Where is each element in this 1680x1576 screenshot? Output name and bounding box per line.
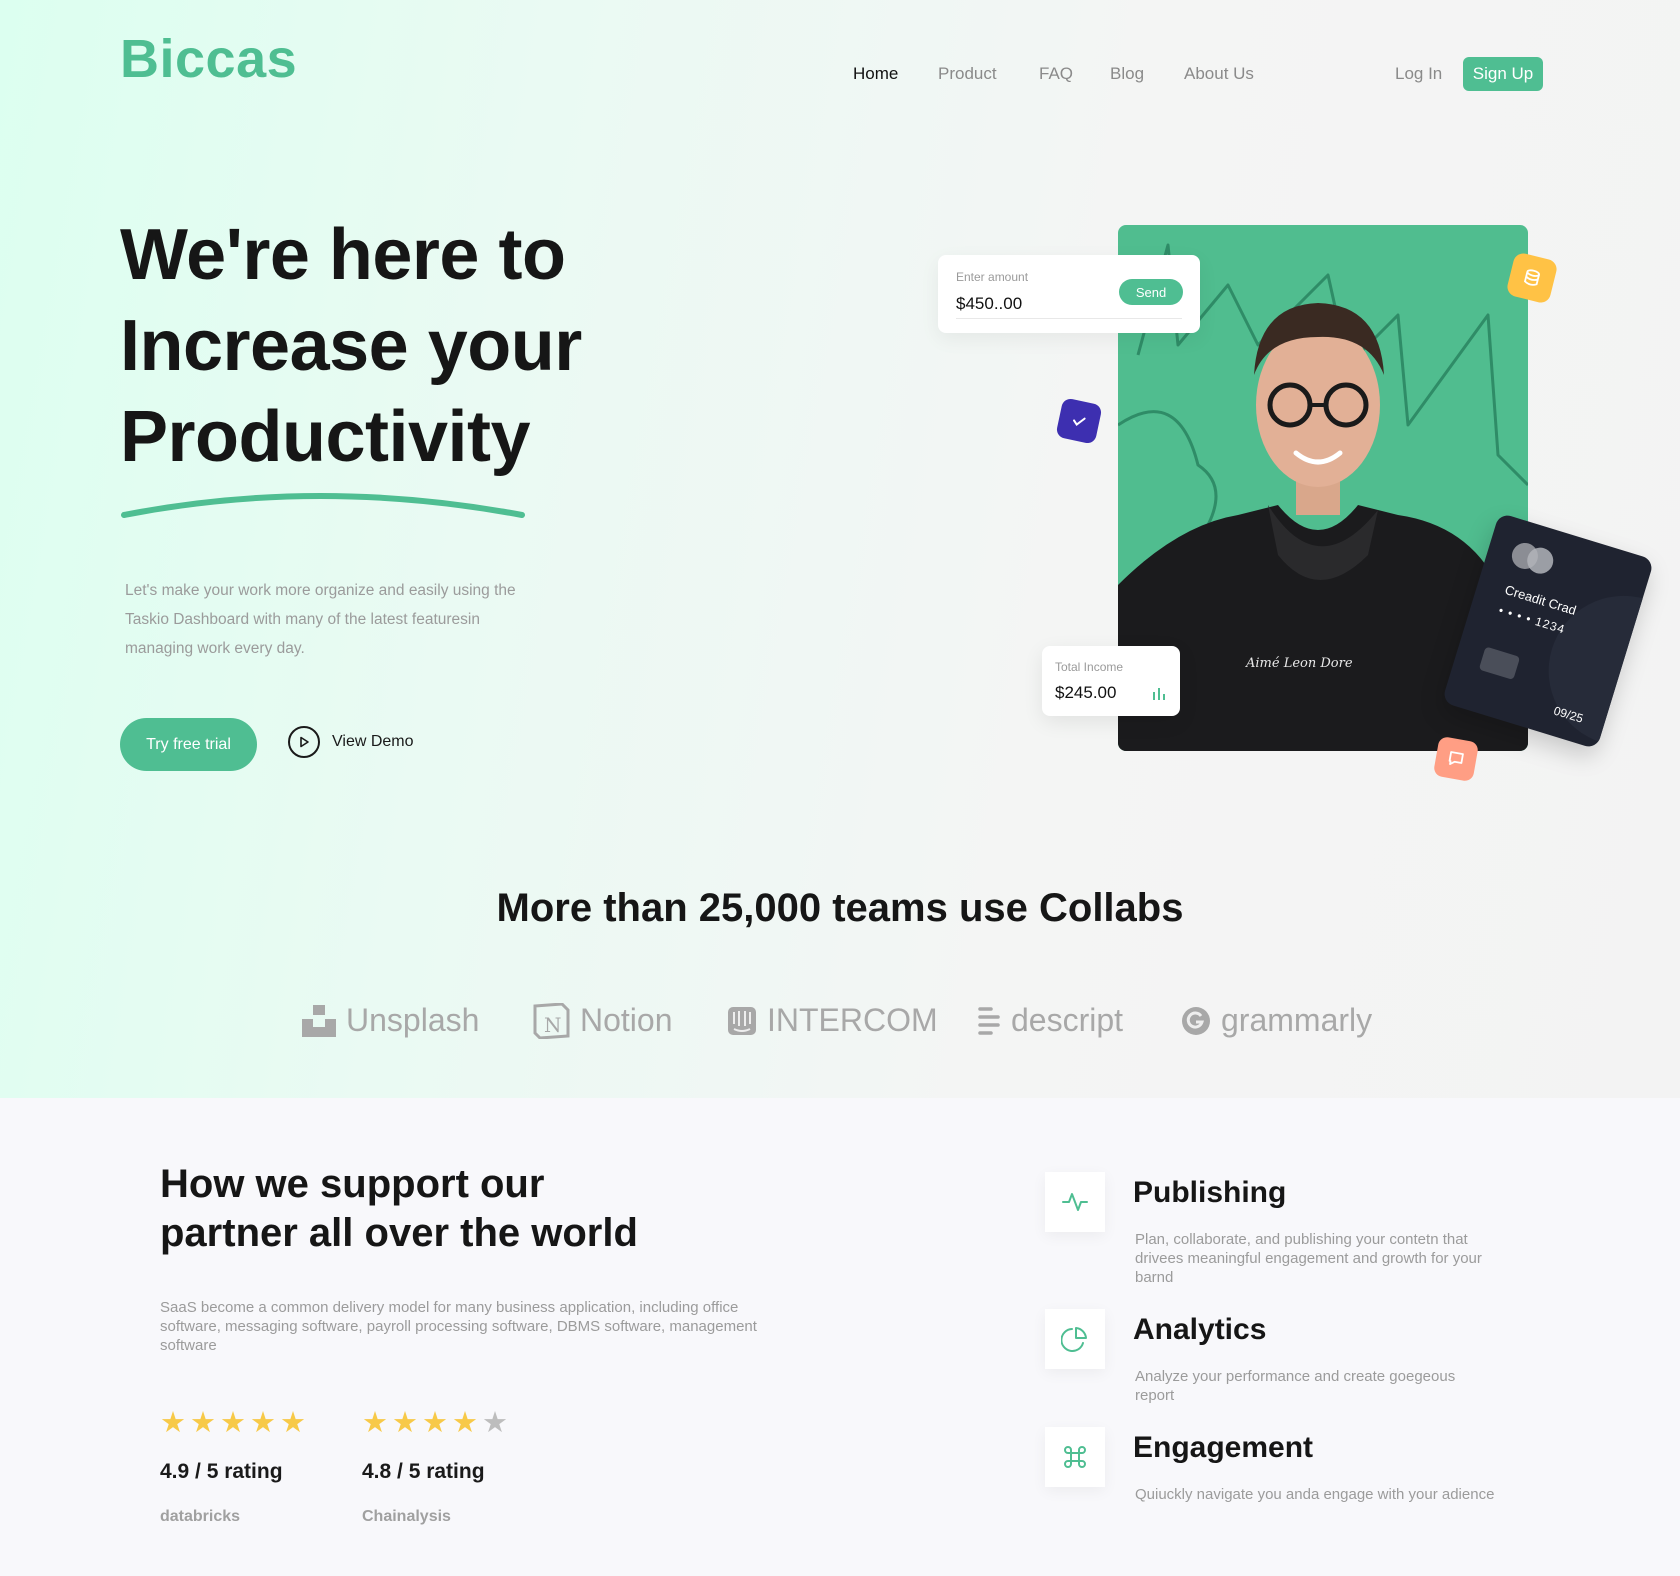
brand-logo[interactable]: Biccas — [120, 28, 297, 90]
nav-home[interactable]: Home — [853, 64, 898, 84]
star-icon: ★ — [160, 1407, 186, 1439]
star-icon: ★ — [220, 1407, 246, 1439]
headline-line-3: Productivity — [120, 397, 531, 477]
pie-chart-icon — [1045, 1309, 1105, 1369]
hero-subtext: Let's make your work more organize and e… — [125, 582, 516, 657]
star-icon: ★ — [280, 1407, 306, 1439]
chat-icon — [1432, 735, 1480, 783]
command-icon — [1045, 1427, 1105, 1487]
amount-widget: Enter amount $450..00 Send — [938, 255, 1200, 333]
partner-name: Unsplash — [346, 1002, 480, 1038]
feature-title: Engagement — [1133, 1431, 1314, 1464]
svg-text:N: N — [544, 1013, 562, 1037]
partner-name: descript — [1011, 1002, 1124, 1038]
income-value: $245.00 — [1055, 683, 1117, 702]
rating-source: databricks — [160, 1508, 241, 1525]
star-icon: ★ — [190, 1407, 216, 1439]
star-rating: ★ ★ ★ ★ ★ — [362, 1408, 508, 1438]
try-free-trial-button[interactable]: Try free trial — [120, 718, 257, 771]
card-chip — [1478, 646, 1521, 680]
play-icon — [288, 726, 320, 758]
rating-source: Chainalysis — [362, 1508, 451, 1525]
star-icon: ★ — [392, 1407, 418, 1439]
feature-desc: Plan, collaborate, and publishing your c… — [1135, 1231, 1482, 1286]
partner-name: Notion — [580, 1002, 673, 1038]
star-rating: ★ ★ ★ ★ ★ — [160, 1408, 306, 1438]
send-button[interactable]: Send — [1119, 279, 1183, 305]
check-icon — [1055, 397, 1103, 445]
partner-name: grammarly — [1221, 1002, 1373, 1038]
partner-name: INTERCOM — [767, 1002, 938, 1038]
nav-blog[interactable]: Blog — [1110, 64, 1144, 84]
hero-headline: We're here to Increase your Productivity — [120, 210, 582, 483]
feature-title: Analytics — [1133, 1313, 1267, 1346]
nav-product[interactable]: Product — [938, 64, 997, 84]
partner-notion: N Notion — [532, 1002, 673, 1039]
amount-divider — [956, 318, 1182, 319]
star-icon: ★ — [250, 1407, 276, 1439]
support-title-line-2: partner all over the world — [160, 1211, 638, 1255]
headline-underline — [121, 493, 525, 518]
partner-unsplash: Unsplash — [302, 1002, 479, 1039]
descript-logo-icon — [978, 1006, 1000, 1035]
grammarly-logo-icon — [1182, 1006, 1210, 1035]
star-icon: ★ — [362, 1407, 388, 1439]
unsplash-logo-icon — [302, 1004, 336, 1037]
amount-input[interactable]: $450..00 — [956, 294, 1022, 314]
headline-line-1: We're here to — [120, 215, 566, 295]
partner-descript: descript — [977, 1002, 1123, 1039]
svg-text:Aimé Leon Dore: Aimé Leon Dore — [1245, 656, 1353, 671]
star-empty-icon: ★ — [482, 1407, 508, 1439]
view-demo-label: View Demo — [332, 733, 414, 750]
amount-label: Enter amount — [956, 270, 1029, 284]
activity-icon — [1045, 1172, 1105, 1232]
star-icon: ★ — [452, 1407, 478, 1439]
view-demo-button[interactable]: View Demo — [288, 726, 414, 758]
hero-section: Biccas Home Product FAQ Blog About Us Lo… — [0, 0, 1680, 1098]
partner-intercom: INTERCOM — [727, 1002, 938, 1039]
notion-logo-icon: N — [533, 1002, 570, 1039]
feature-desc: Analyze your performance and create goeg… — [1135, 1368, 1456, 1404]
rating-chainalysis: ★ ★ ★ ★ ★ 4.8 / 5 rating Chainalysis — [362, 1408, 508, 1526]
rating-databricks: ★ ★ ★ ★ ★ 4.9 / 5 rating databricks — [160, 1408, 306, 1526]
support-title-line-1: How we support our — [160, 1162, 545, 1206]
feature-title: Publishing — [1133, 1176, 1287, 1209]
signup-button[interactable]: Sign Up — [1463, 57, 1543, 91]
feature-desc: Quiuckly navigate you anda engage with y… — [1135, 1486, 1495, 1503]
card-brand-icon — [1511, 542, 1554, 574]
headline-line-2: Increase your — [120, 306, 582, 386]
nav-about[interactable]: About Us — [1184, 64, 1254, 84]
support-text: SaaS become a common delivery model for … — [160, 1299, 757, 1354]
teams-title: More than 25,000 teams use Collabs — [496, 886, 1184, 930]
rating-value: 4.9 / 5 rating — [160, 1460, 283, 1483]
support-title: How we support our partner all over the … — [160, 1160, 638, 1258]
income-label: Total Income — [1055, 660, 1124, 674]
intercom-logo-icon — [728, 1006, 756, 1035]
rating-value: 4.8 / 5 rating — [362, 1460, 485, 1483]
partner-grammarly: grammarly — [1181, 1002, 1372, 1039]
star-icon: ★ — [422, 1407, 448, 1439]
income-widget: Total Income $245.00 — [1042, 646, 1180, 716]
bar-chart-icon — [1153, 688, 1165, 700]
nav-faq[interactable]: FAQ — [1039, 64, 1073, 84]
login-link[interactable]: Log In — [1395, 64, 1442, 84]
